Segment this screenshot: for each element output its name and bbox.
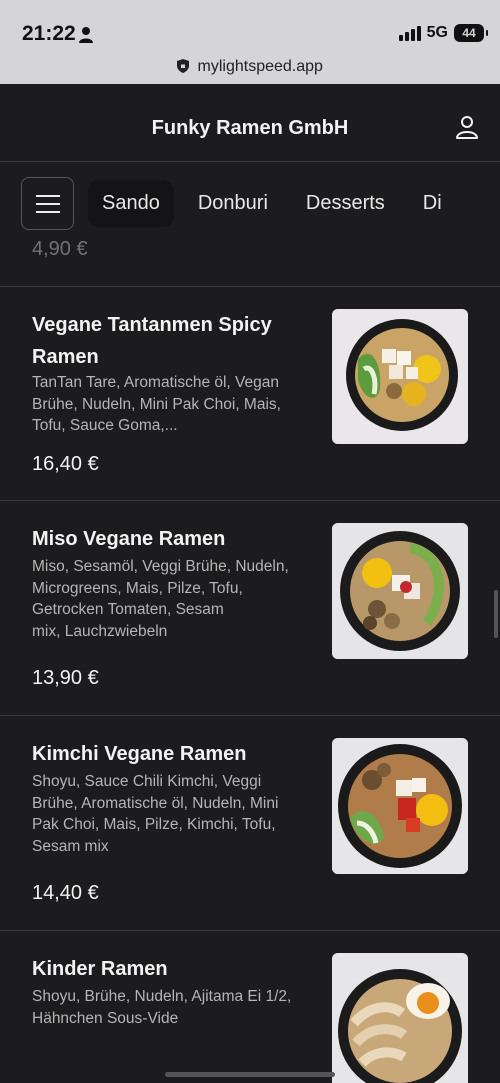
hamburger-menu-icon	[36, 195, 60, 197]
menu-item[interactable]: Kinder Ramen Shoyu, Brühe, Nudeln, Ajita…	[0, 931, 500, 1083]
tab-desserts[interactable]: Desserts	[292, 180, 399, 227]
previous-item-price: 4,90 €	[32, 238, 88, 260]
status-indicators: 5G 44	[398, 24, 488, 42]
item-price: 16,40 €	[32, 453, 99, 475]
network-type: 5G	[426, 24, 448, 41]
person-outline-icon[interactable]	[454, 114, 480, 140]
battery-icon: 44	[454, 24, 488, 42]
item-description: Miso, Sesamöl, Veggi Brühe, Nudeln, Micr…	[32, 558, 289, 640]
restaurant-title: Funky Ramen GmbH	[151, 117, 349, 139]
battery-level: 44	[462, 26, 476, 40]
tab-sando[interactable]: Sando	[88, 180, 174, 227]
item-name: Kinder Ramen	[32, 958, 168, 980]
item-description: Shoyu, Sauce Chili Kimchi, Veggi Brühe, …	[32, 773, 279, 855]
person-status-icon	[79, 27, 93, 43]
item-photo	[332, 953, 468, 1083]
menu-item-list: Vegane Tantanmen Spicy Ramen TanTan Tare…	[0, 287, 500, 1083]
tab-donburi[interactable]: Donburi	[184, 180, 282, 227]
item-description: TanTan Tare, Aromatische öl, Vegan Brühe…	[32, 374, 281, 434]
url-text: mylightspeed.app	[197, 58, 323, 75]
item-photo	[332, 738, 468, 874]
item-name: Vegane Tantanmen Spicy Ramen	[32, 314, 272, 368]
url-bar[interactable]: mylightspeed.app	[0, 58, 500, 76]
status-bar: 21:22 5G 44 mylightspeed.app	[0, 0, 500, 84]
menu-button[interactable]	[21, 177, 74, 230]
menu-item[interactable]: Vegane Tantanmen Spicy Ramen TanTan Tare…	[0, 287, 500, 501]
category-tabs: Sando Donburi Desserts Di	[88, 180, 466, 227]
app-header: Funky Ramen GmbH	[0, 84, 500, 162]
scrollbar[interactable]	[494, 590, 498, 638]
item-name: Miso Vegane Ramen	[32, 528, 226, 550]
item-description: Shoyu, Brühe, Nudeln, Ajitama Ei 1/2, Hä…	[32, 988, 292, 1027]
menu-item[interactable]: Miso Vegane Ramen Miso, Sesamöl, Veggi B…	[0, 501, 500, 716]
signal-icon	[398, 25, 421, 41]
item-photo	[332, 309, 468, 444]
menu-item[interactable]: Kimchi Vegane Ramen Shoyu, Sauce Chili K…	[0, 716, 500, 931]
category-bar: Sando Donburi Desserts Di	[0, 162, 500, 248]
home-indicator	[165, 1072, 335, 1077]
item-price: 13,90 €	[32, 667, 99, 689]
item-photo	[332, 523, 468, 659]
lock-shield-icon	[177, 59, 190, 73]
status-time: 21:22	[22, 22, 76, 45]
item-name: Kimchi Vegane Ramen	[32, 743, 247, 765]
item-price: 14,40 €	[32, 882, 99, 904]
tab-drinks[interactable]: Di	[409, 180, 456, 227]
